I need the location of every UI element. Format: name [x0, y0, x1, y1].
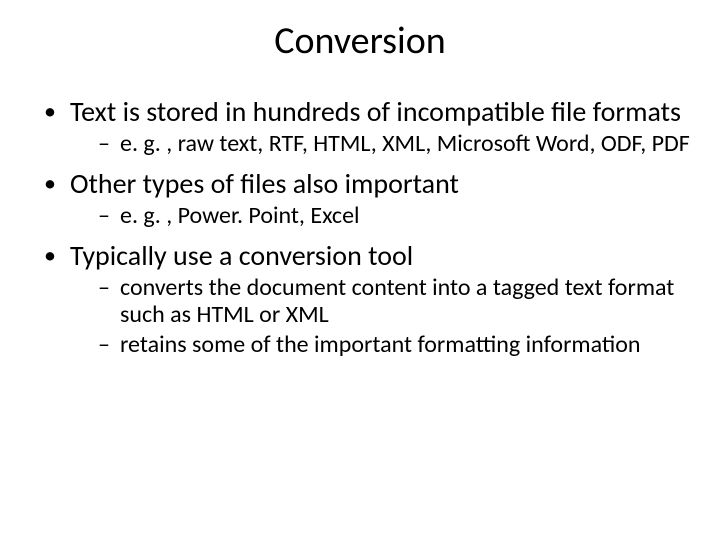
sub-bullet-text: e. g. , raw text, RTF, HTML, XML, Micros… — [120, 129, 690, 158]
sub-bullet-list: e. g. , Power. Point, Excel — [70, 202, 690, 230]
sub-bullet-item: converts the document content into a tag… — [98, 274, 690, 329]
bullet-item: Other types of files also important e. g… — [40, 168, 690, 230]
slide-title: Conversion — [30, 18, 690, 64]
sub-bullet-item: e. g. , Power. Point, Excel — [98, 202, 690, 230]
bullet-text: Text is stored in hundreds of incompatib… — [70, 94, 681, 129]
sub-bullet-list: e. g. , raw text, RTF, HTML, XML, Micros… — [70, 130, 690, 158]
sub-bullet-item: retains some of the important formatting… — [98, 331, 690, 359]
bullet-item: Typically use a conversion tool converts… — [40, 240, 690, 359]
bullet-list: Text is stored in hundreds of incompatib… — [30, 96, 690, 359]
bullet-text: Other types of files also important — [70, 166, 459, 201]
sub-bullet-list: converts the document content into a tag… — [70, 274, 690, 359]
bullet-item: Text is stored in hundreds of incompatib… — [40, 96, 690, 158]
sub-bullet-item: e. g. , raw text, RTF, HTML, XML, Micros… — [98, 130, 690, 158]
bullet-text: Typically use a conversion tool — [70, 238, 413, 273]
sub-bullet-text: converts the document content into a tag… — [120, 273, 674, 330]
sub-bullet-text: retains some of the important formatting… — [120, 330, 641, 359]
sub-bullet-text: e. g. , Power. Point, Excel — [120, 201, 360, 230]
slide: Conversion Text is stored in hundreds of… — [0, 0, 720, 540]
